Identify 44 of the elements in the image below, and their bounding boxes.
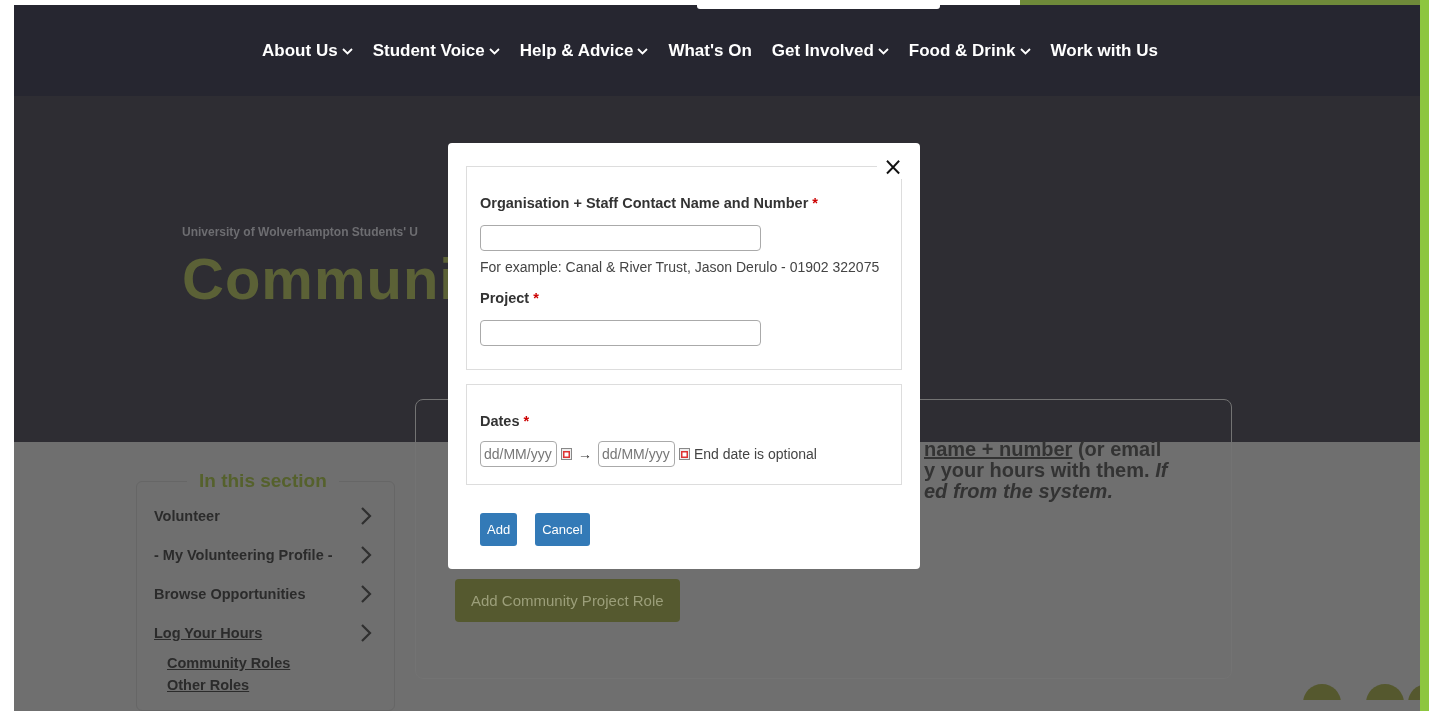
nav-link[interactable]: Student Voice <box>372 41 500 62</box>
caret-icon <box>637 47 649 55</box>
note-text: End date is optional <box>694 446 817 462</box>
caret-icon <box>341 47 353 55</box>
hint-text: For example: Canal & River Trust, Jason Derulo - 01902 322075 <box>480 259 881 275</box>
instruction-text: (or email <box>1076 438 1162 460</box>
dialog-button[interactable]: Add <box>480 513 518 546</box>
nav-link[interactable]: Help & Advice <box>519 41 649 62</box>
date-field[interactable]: dd/MM/yyy <box>598 441 675 467</box>
breadcrumb: University of Wolverhampton Students' U <box>182 225 418 240</box>
sidebar-link[interactable]: Browse Opportunities <box>154 585 306 602</box>
nav-link[interactable]: What's On <box>668 41 752 62</box>
nav-link[interactable]: Food & Drink <box>908 41 1031 62</box>
caret-icon <box>877 47 889 55</box>
caret-icon <box>488 47 500 55</box>
nav-link[interactable]: Get Involved <box>771 41 889 62</box>
input-field[interactable] <box>480 225 761 251</box>
arrow-text: → <box>578 446 592 462</box>
date-field[interactable]: dd/MM/yyy <box>480 441 557 467</box>
chevron-icon[interactable] <box>360 622 372 643</box>
add-role-button[interactable]: Add Community Project Role <box>455 579 680 622</box>
sidebar-link[interactable]: Log Your Hours <box>154 624 263 641</box>
social-icon[interactable] <box>1366 684 1404 700</box>
calendar-icon[interactable] <box>561 448 572 460</box>
chevron-icon[interactable] <box>360 583 372 604</box>
chevron-icon[interactable] <box>360 544 372 565</box>
field-label: Dates * <box>480 413 531 429</box>
chevron-icon[interactable] <box>360 505 372 526</box>
nav-link[interactable]: About Us <box>262 41 353 62</box>
caret-icon <box>1019 47 1031 55</box>
instruction-text: ed from the system. <box>924 480 1113 502</box>
social-icon[interactable] <box>1303 684 1341 700</box>
input-field[interactable] <box>480 320 761 346</box>
sidebar-sublink[interactable]: Other Roles <box>167 674 394 696</box>
contact-link[interactable]: name + number <box>924 438 1073 460</box>
field-label: Organisation + Staff Contact Name and Number * <box>480 195 819 211</box>
sidebar-link[interactable]: Volunteer <box>154 507 220 524</box>
instruction-text: y your hours with them. If <box>924 459 1168 481</box>
field-label: Project * <box>480 290 540 306</box>
sidebar-sublink[interactable]: Community Roles <box>167 652 394 674</box>
nav-link[interactable]: Work with Us <box>1050 41 1158 62</box>
dialog-button[interactable]: Cancel <box>535 513 590 546</box>
calendar-icon[interactable] <box>679 448 690 460</box>
sidebar-link[interactable]: - My Volunteering Profile - <box>154 546 333 563</box>
